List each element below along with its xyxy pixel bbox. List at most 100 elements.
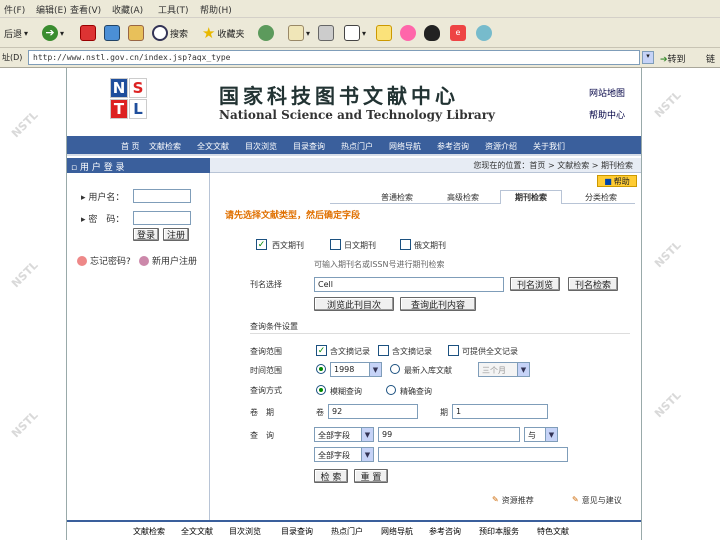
sitemap-link[interactable]: 网站地图 xyxy=(589,86,625,99)
footer-link[interactable]: 特色文献 xyxy=(537,526,569,537)
history-button[interactable] xyxy=(258,23,274,43)
home-button[interactable] xyxy=(128,23,144,43)
scope-abstract-checkbox[interactable]: ✓ xyxy=(316,345,327,356)
menu-edit[interactable]: 编辑(E) xyxy=(36,3,67,16)
field2-select[interactable]: 全部字段 ▼ xyxy=(314,447,374,462)
menu-file[interactable]: 件(F) xyxy=(4,3,25,16)
year-select[interactable]: 1998 ▼ xyxy=(330,362,382,377)
links-label[interactable]: 链 xyxy=(706,52,715,65)
query2-input[interactable] xyxy=(378,447,568,462)
password-input[interactable] xyxy=(133,211,191,225)
flower-button[interactable] xyxy=(400,23,416,43)
mode-exact-radio[interactable] xyxy=(386,385,396,395)
period-select[interactable]: 三个月 ▼ xyxy=(478,362,530,377)
nav-search[interactable]: 文献检索 xyxy=(149,141,181,152)
search-icon xyxy=(152,25,168,41)
journal-browse-button[interactable]: 刊名浏览 xyxy=(510,277,560,291)
feedback-link[interactable]: ✎ 意见与建议 xyxy=(572,495,622,506)
browse-catalog-button[interactable]: 浏览此刊目次 xyxy=(314,297,394,311)
volume-prefix: 卷 xyxy=(316,408,324,417)
time-latest-radio[interactable] xyxy=(390,364,400,374)
time-year-radio[interactable] xyxy=(316,364,326,374)
help-button[interactable]: ■ 帮助 xyxy=(597,175,637,187)
chevron-down-icon: ▼ xyxy=(517,363,529,376)
query-content-button[interactable]: 查询此刊内容 xyxy=(400,297,476,311)
qq-button[interactable] xyxy=(424,23,440,43)
back-button[interactable]: 后退 ▾ xyxy=(4,23,28,43)
forgot-password-link[interactable]: 忘记密码? xyxy=(77,254,131,267)
volume-input[interactable]: 92 xyxy=(328,404,418,419)
search-submit-button[interactable]: 检 索 xyxy=(314,469,348,483)
russian-journal-checkbox[interactable] xyxy=(400,239,411,250)
favorites-button[interactable]: ★ 收藏夹 xyxy=(202,23,244,43)
nav-catalog[interactable]: 目录查询 xyxy=(293,141,325,152)
edit-button[interactable]: ▾ xyxy=(344,23,366,43)
nav-about[interactable]: 关于我们 xyxy=(533,141,565,152)
new-user-link[interactable]: 新用户注册 xyxy=(139,254,197,267)
tab-advanced[interactable]: 高级检索 xyxy=(434,190,492,204)
address-input[interactable]: http://www.nstl.gov.cn/index.jsp?aqx_typ… xyxy=(28,50,640,65)
chevron-down-icon: ▼ xyxy=(369,363,381,376)
western-journal-checkbox[interactable]: ✓ xyxy=(256,239,267,250)
footer-link[interactable]: 预印本服务 xyxy=(479,526,519,537)
nav-hotspot[interactable]: 热点门户 xyxy=(341,141,373,152)
nav-toc[interactable]: 目次浏览 xyxy=(245,141,277,152)
journal-input[interactable]: Cell xyxy=(314,277,504,292)
menu-favorites[interactable]: 收藏(A) xyxy=(112,3,143,16)
go-icon: ➔ xyxy=(660,55,668,65)
scope-abstract-label: 含文摘记录 xyxy=(330,347,370,356)
scope-fulltext-checkbox[interactable] xyxy=(448,345,459,356)
messenger-button[interactable] xyxy=(476,23,492,43)
password-label: ▸ 密 码： xyxy=(81,215,125,225)
chevron-down-icon[interactable]: ▾ xyxy=(642,51,654,64)
recommend-link[interactable]: ✎ 资源推荐 xyxy=(492,495,534,506)
forward-button[interactable]: ➔ ▾ xyxy=(42,23,64,43)
footer-link[interactable]: 文献检索 xyxy=(133,526,165,537)
footer-link[interactable]: 参考咨询 xyxy=(429,526,461,537)
journal-hint: 可输入期刊名或ISSN号进行期刊检索 xyxy=(314,260,445,269)
notes-button[interactable] xyxy=(376,23,392,43)
username-input[interactable] xyxy=(133,189,191,203)
help-center-link[interactable]: 帮助中心 xyxy=(589,108,625,121)
logo-t: T xyxy=(110,99,128,119)
scope-abstract2-checkbox[interactable] xyxy=(378,345,389,356)
footer-link[interactable]: 目次浏览 xyxy=(229,526,261,537)
nav-webnav[interactable]: 网络导航 xyxy=(389,141,421,152)
footer-link[interactable]: 目录查询 xyxy=(281,526,313,537)
field1-select[interactable]: 全部字段 ▼ xyxy=(314,427,374,442)
time-label: 时间范围 xyxy=(250,366,282,375)
scope-label: 查询范围 xyxy=(250,347,282,356)
nav-resources[interactable]: 资源介绍 xyxy=(485,141,517,152)
nav-home[interactable]: 首 页 xyxy=(121,141,140,152)
refresh-button[interactable] xyxy=(104,23,120,43)
go-label: 转到 xyxy=(667,55,686,65)
nav-fulltext[interactable]: 全文文献 xyxy=(197,141,229,152)
mail-button[interactable]: ▾ xyxy=(288,23,310,43)
operator-select[interactable]: 与 ▼ xyxy=(524,427,558,442)
journal-search-button[interactable]: 刊名检索 xyxy=(568,277,618,291)
issue-input[interactable]: 1 xyxy=(452,404,548,419)
register-button[interactable]: 注册 xyxy=(163,228,189,241)
query1-input[interactable]: 99 xyxy=(378,427,520,442)
tab-basic[interactable]: 普通检索 xyxy=(368,190,426,204)
reset-button[interactable]: 重 置 xyxy=(354,469,388,483)
tab-category[interactable]: 分类检索 xyxy=(570,190,632,204)
japanese-journal-checkbox[interactable] xyxy=(330,239,341,250)
help-icon: ■ xyxy=(604,176,612,186)
mode-fuzzy-radio[interactable] xyxy=(316,385,326,395)
print-button[interactable] xyxy=(318,23,334,43)
ie-button[interactable]: e xyxy=(450,23,466,43)
menu-tools[interactable]: 工具(T) xyxy=(158,3,189,16)
stop-button[interactable] xyxy=(80,23,96,43)
tab-journal[interactable]: 期刊检索 xyxy=(500,190,562,204)
search-label: 搜索 xyxy=(170,29,189,40)
menu-view[interactable]: 查看(V) xyxy=(70,3,101,16)
go-button[interactable]: ➔转到 xyxy=(660,52,686,65)
nav-reference[interactable]: 参考咨询 xyxy=(437,141,469,152)
footer-link[interactable]: 全文文献 xyxy=(181,526,213,537)
footer-link[interactable]: 网络导航 xyxy=(381,526,413,537)
search-button[interactable]: 搜索 xyxy=(152,23,188,43)
footer-link[interactable]: 热点门户 xyxy=(331,526,363,537)
menu-help[interactable]: 帮助(H) xyxy=(200,3,232,16)
login-button[interactable]: 登录 xyxy=(133,228,159,241)
